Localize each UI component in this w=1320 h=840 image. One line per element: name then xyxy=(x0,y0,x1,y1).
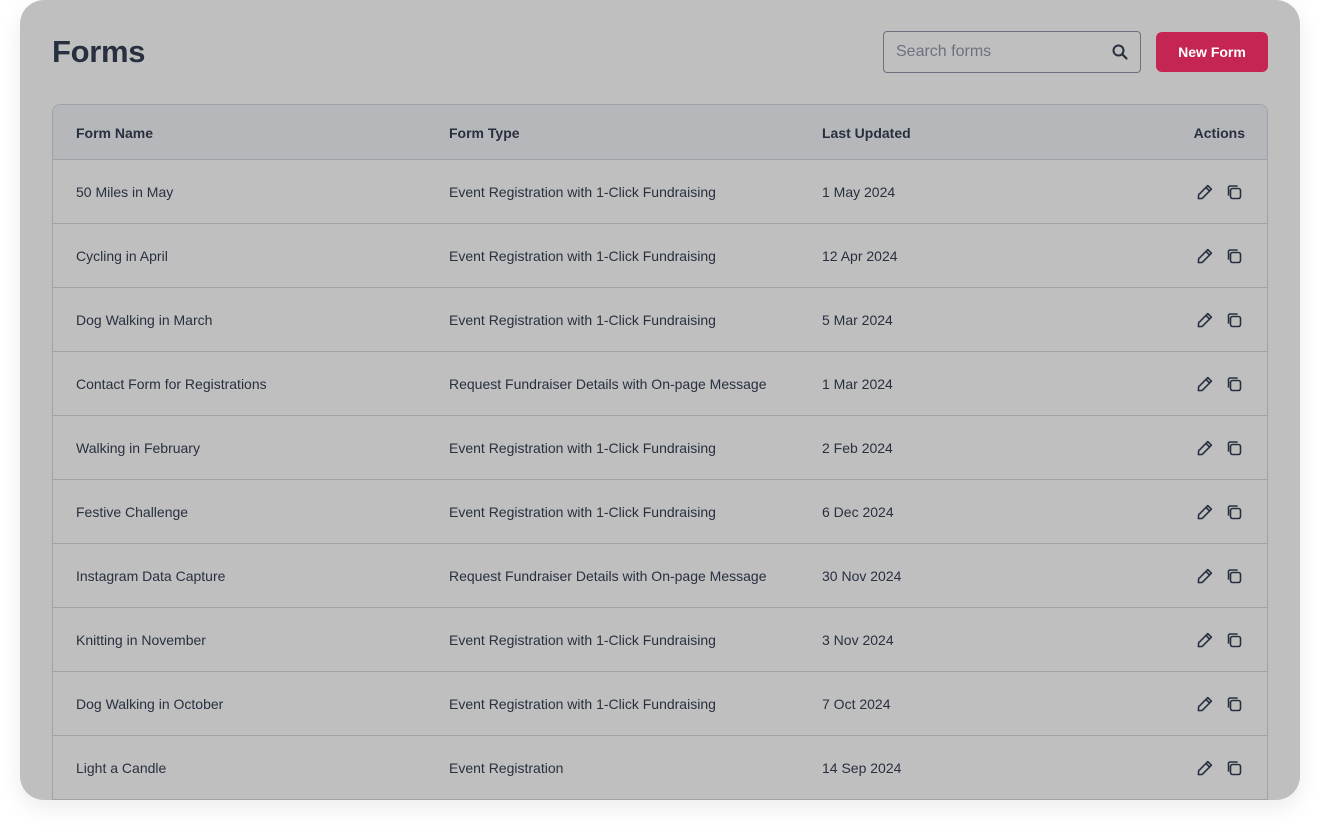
last-updated-cell: 12 Apr 2024 xyxy=(822,248,898,264)
form-type-cell: Event Registration with 1-Click Fundrais… xyxy=(449,504,716,520)
table-row: Contact Form for Registrations Request F… xyxy=(53,352,1267,416)
last-updated-cell: 14 Sep 2024 xyxy=(822,760,902,776)
copy-icon[interactable] xyxy=(1225,503,1243,521)
table-row: Walking in February Event Registration w… xyxy=(53,416,1267,480)
new-form-button[interactable]: New Form xyxy=(1156,32,1268,72)
form-type-cell: Event Registration with 1-Click Fundrais… xyxy=(449,248,716,264)
form-type-cell: Event Registration with 1-Click Fundrais… xyxy=(449,632,716,648)
table-row: Knitting in November Event Registration … xyxy=(53,608,1267,672)
last-updated-cell: 7 Oct 2024 xyxy=(822,696,891,712)
pencil-icon[interactable] xyxy=(1196,247,1214,265)
last-updated-cell: 1 May 2024 xyxy=(822,184,896,200)
table-body: 50 Miles in May Event Registration with … xyxy=(53,160,1267,800)
form-name-cell: Contact Form for Registrations xyxy=(76,376,267,392)
table-row: 50 Miles in May Event Registration with … xyxy=(53,160,1267,224)
form-type-cell: Event Registration with 1-Click Fundrais… xyxy=(449,312,716,328)
table-header: Form Name Form Type Last Updated Actions xyxy=(53,105,1267,160)
last-updated-cell: 6 Dec 2024 xyxy=(822,504,894,520)
table-row: Dog Walking in October Event Registratio… xyxy=(53,672,1267,736)
copy-icon[interactable] xyxy=(1225,247,1243,265)
copy-icon[interactable] xyxy=(1225,439,1243,457)
pencil-icon[interactable] xyxy=(1196,375,1214,393)
copy-icon[interactable] xyxy=(1225,759,1243,777)
pencil-icon[interactable] xyxy=(1196,759,1214,777)
last-updated-cell: 2 Feb 2024 xyxy=(822,440,893,456)
last-updated-cell: 3 Nov 2024 xyxy=(822,632,894,648)
last-updated-cell: 1 Mar 2024 xyxy=(822,376,893,392)
form-name-cell: Dog Walking in October xyxy=(76,696,224,712)
last-updated-cell: 5 Mar 2024 xyxy=(822,312,893,328)
last-updated-cell: 30 Nov 2024 xyxy=(822,568,902,584)
pencil-icon[interactable] xyxy=(1196,695,1214,713)
search-icon[interactable] xyxy=(1111,43,1129,61)
form-name-cell: 50 Miles in May xyxy=(76,184,174,200)
forms-table: Form Name Form Type Last Updated Actions… xyxy=(52,104,1268,800)
search-box[interactable] xyxy=(883,31,1141,73)
column-header-last-updated: Last Updated xyxy=(822,125,911,141)
form-name-cell: Dog Walking in March xyxy=(76,312,213,328)
form-type-cell: Request Fundraiser Details with On-page … xyxy=(449,568,767,584)
column-header-actions: Actions xyxy=(1193,125,1245,141)
column-header-form-type: Form Type xyxy=(449,125,520,141)
table-row: Instagram Data Capture Request Fundraise… xyxy=(53,544,1267,608)
form-type-cell: Event Registration xyxy=(449,760,564,776)
copy-icon[interactable] xyxy=(1225,631,1243,649)
form-name-cell: Light a Candle xyxy=(76,760,167,776)
form-type-cell: Event Registration with 1-Click Fundrais… xyxy=(449,696,716,712)
page-title: Forms xyxy=(52,34,146,69)
pencil-icon[interactable] xyxy=(1196,183,1214,201)
form-type-cell: Request Fundraiser Details with On-page … xyxy=(449,376,767,392)
form-type-cell: Event Registration with 1-Click Fundrais… xyxy=(449,184,716,200)
copy-icon[interactable] xyxy=(1225,567,1243,585)
copy-icon[interactable] xyxy=(1225,183,1243,201)
form-name-cell: Walking in February xyxy=(76,440,200,456)
table-row: Cycling in April Event Registration with… xyxy=(53,224,1267,288)
copy-icon[interactable] xyxy=(1225,375,1243,393)
pencil-icon[interactable] xyxy=(1196,439,1214,457)
form-type-cell: Event Registration with 1-Click Fundrais… xyxy=(449,440,716,456)
column-header-form-name: Form Name xyxy=(76,125,154,141)
table-row: Light a Candle Event Registration 14 Sep… xyxy=(53,736,1267,800)
pencil-icon[interactable] xyxy=(1196,631,1214,649)
copy-icon[interactable] xyxy=(1225,311,1243,329)
form-name-cell: Cycling in April xyxy=(76,248,168,264)
table-row: Festive Challenge Event Registration wit… xyxy=(53,480,1267,544)
form-name-cell: Instagram Data Capture xyxy=(76,568,226,584)
table-row: Dog Walking in March Event Registration … xyxy=(53,288,1267,352)
search-input[interactable] xyxy=(884,32,1104,72)
form-name-cell: Festive Challenge xyxy=(76,504,189,520)
copy-icon[interactable] xyxy=(1225,695,1243,713)
form-name-cell: Knitting in November xyxy=(76,632,206,648)
pencil-icon[interactable] xyxy=(1196,567,1214,585)
pencil-icon[interactable] xyxy=(1196,311,1214,329)
forms-page: Forms New Form Form Name Form Type Last … xyxy=(20,0,1300,800)
pencil-icon[interactable] xyxy=(1196,503,1214,521)
